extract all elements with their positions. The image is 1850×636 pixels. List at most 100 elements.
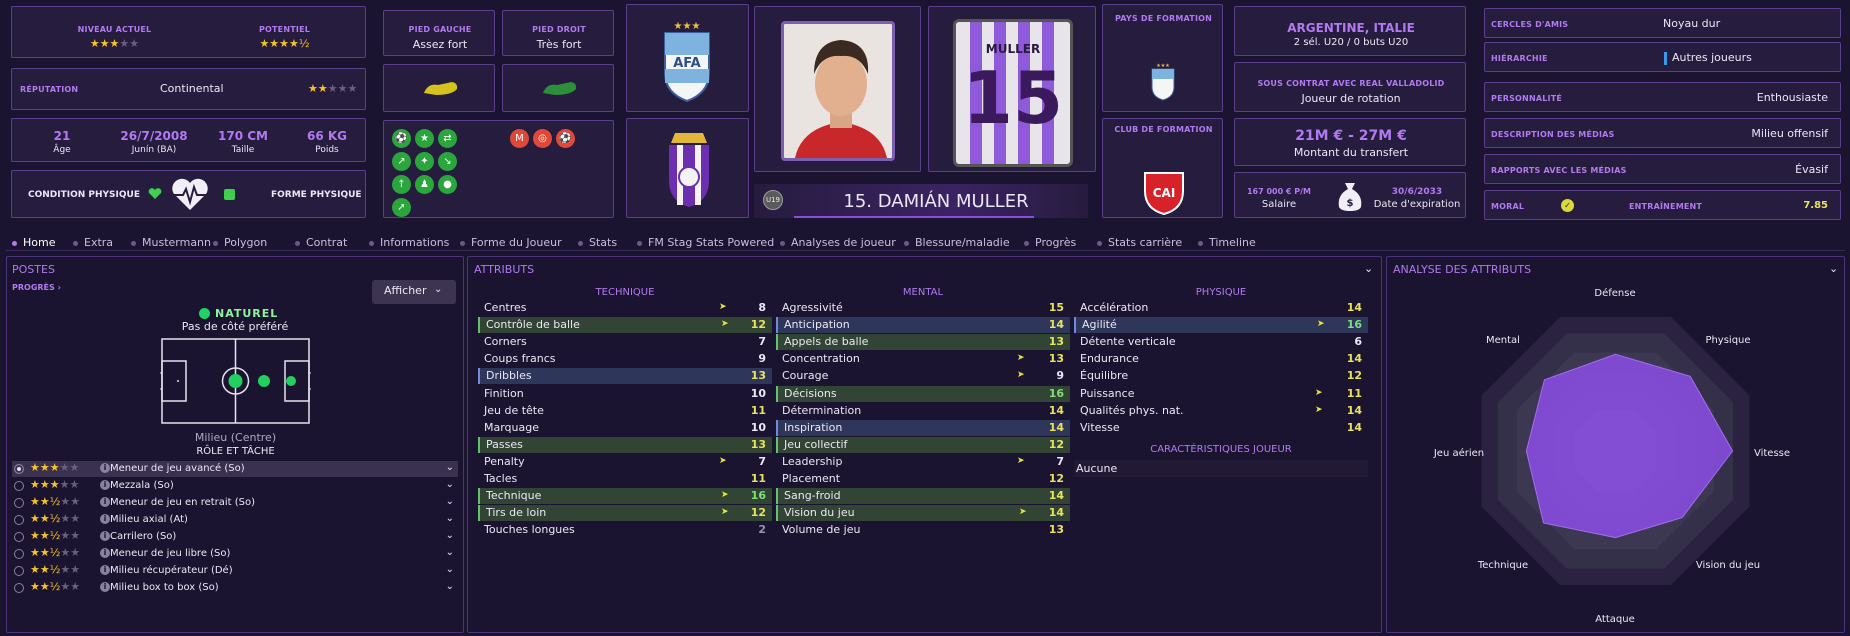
- role-row[interactable]: ★★½★★ i Carrilero (So) ⌄: [12, 529, 458, 545]
- attribute-row[interactable]: Agilité ➤ 16: [1074, 317, 1368, 334]
- attribute-row[interactable]: Qualités phys. nat. ➤ 14: [1074, 403, 1368, 419]
- attribute-row[interactable]: Tirs de loin ➤ 12: [478, 505, 772, 522]
- trait-icon[interactable]: M: [510, 129, 529, 148]
- tab-mustermann[interactable]: Mustermann: [131, 236, 211, 249]
- attribute-row[interactable]: Agressivité 15: [776, 300, 1070, 316]
- attribute-row[interactable]: Jeu de tête 11: [478, 403, 772, 419]
- chevron-down-icon[interactable]: ⌄: [446, 564, 454, 575]
- chevron-down-icon[interactable]: ⌄: [446, 513, 454, 524]
- info-icon[interactable]: i: [100, 531, 110, 541]
- tab-informations[interactable]: Informations: [369, 236, 449, 249]
- tab-timeline[interactable]: Timeline: [1198, 236, 1256, 249]
- trait-icon[interactable]: ↑: [392, 175, 411, 194]
- attribute-row[interactable]: Contrôle de balle ➤ 12: [478, 317, 772, 334]
- trait-icon[interactable]: ⚽: [392, 129, 411, 148]
- role-radio[interactable]: [14, 532, 24, 542]
- tab-extra[interactable]: Extra: [73, 236, 113, 249]
- trait-icon[interactable]: ⇄: [438, 129, 457, 148]
- attribute-row[interactable]: Placement 12: [776, 471, 1070, 487]
- tab-fm-stag-stats-powered[interactable]: FM Stag Stats Powered: [637, 236, 774, 249]
- role-row[interactable]: ★★½★★ i Meneur de jeu en retrait (So) ⌄: [12, 495, 458, 511]
- trait-icon[interactable]: ➚: [392, 198, 411, 217]
- info-icon[interactable]: i: [100, 565, 110, 575]
- attribute-value: 13: [750, 437, 766, 451]
- role-radio[interactable]: [14, 566, 24, 576]
- afficher-button[interactable]: Afficher ⌄: [372, 280, 456, 304]
- attribute-row[interactable]: Dribbles 13: [478, 368, 772, 385]
- trait-icon[interactable]: ●: [438, 175, 457, 194]
- role-row[interactable]: ★★½★★ i Milieu box to box (So) ⌄: [12, 580, 458, 596]
- role-row[interactable]: ★★★★★ i Mezzala (So) ⌄: [12, 478, 458, 494]
- attribute-row[interactable]: Anticipation 14: [776, 317, 1070, 334]
- attribute-row[interactable]: Finition 10: [478, 386, 772, 402]
- attribute-row[interactable]: Centres ➤ 8: [478, 300, 772, 316]
- info-icon[interactable]: i: [100, 497, 110, 507]
- attribute-row[interactable]: Sang-froid 14: [776, 488, 1070, 505]
- trait-icon[interactable]: ✦: [415, 152, 434, 171]
- attribute-row[interactable]: Courage ➤ 9: [776, 368, 1070, 384]
- progres-link[interactable]: PROGRÈS ›: [12, 283, 61, 292]
- attribute-row[interactable]: Coups francs 9: [478, 351, 772, 367]
- info-icon[interactable]: i: [100, 463, 110, 473]
- tab-analyses-de-joueur[interactable]: Analyses de joueur: [780, 236, 896, 249]
- role-radio[interactable]: [14, 515, 24, 525]
- attribute-row[interactable]: Touches longues 2: [478, 522, 772, 538]
- attribute-row[interactable]: Tacles 11: [478, 471, 772, 487]
- trait-icon[interactable]: ◎: [533, 129, 552, 148]
- role-row[interactable]: ★★★★★ i Meneur de jeu avancé (So) ⌄: [12, 461, 458, 477]
- info-icon[interactable]: i: [100, 548, 110, 558]
- chevron-down-icon[interactable]: ⌄: [446, 530, 454, 541]
- chevron-down-icon[interactable]: ⌄: [446, 581, 454, 592]
- info-icon[interactable]: i: [100, 480, 110, 490]
- attribute-row[interactable]: Détermination 14: [776, 403, 1070, 419]
- attribute-row[interactable]: Inspiration 14: [776, 419, 1070, 436]
- attribute-row[interactable]: Vision du jeu ➤ 14: [776, 505, 1070, 522]
- trait-icon[interactable]: ↘: [438, 152, 457, 171]
- tab-stats-carri-re[interactable]: Stats carrière: [1097, 236, 1182, 249]
- info-icon[interactable]: i: [100, 514, 110, 524]
- attribute-row[interactable]: Décisions 16: [776, 385, 1070, 402]
- trait-icon[interactable]: ♟: [415, 175, 434, 194]
- attribute-row[interactable]: Puissance ➤ 11: [1074, 386, 1368, 402]
- attribute-row[interactable]: Jeu collectif 12: [776, 436, 1070, 453]
- attribute-row[interactable]: Technique ➤ 16: [478, 488, 772, 505]
- chevron-down-icon[interactable]: ⌄: [446, 547, 454, 558]
- trait-icon[interactable]: ★: [415, 129, 434, 148]
- tab-stats[interactable]: Stats: [578, 236, 617, 249]
- tab-polygon[interactable]: Polygon: [213, 236, 267, 249]
- role-radio[interactable]: [14, 498, 24, 508]
- attribute-row[interactable]: Passes 13: [478, 436, 772, 453]
- role-radio[interactable]: [14, 464, 24, 474]
- tab-progr-s[interactable]: Progrès: [1024, 236, 1076, 249]
- info-icon[interactable]: i: [100, 582, 110, 592]
- role-radio[interactable]: [14, 481, 24, 491]
- attribute-row[interactable]: Leadership ➤ 7: [776, 454, 1070, 470]
- role-row[interactable]: ★★½★★ i Meneur de jeu libre (So) ⌄: [12, 546, 458, 562]
- attribute-row[interactable]: Appels de balle 13: [776, 334, 1070, 351]
- attribute-row[interactable]: Accélération 14: [1074, 300, 1368, 316]
- attribute-row[interactable]: Équilibre 12: [1074, 368, 1368, 384]
- attribute-row[interactable]: Marquage 10: [478, 420, 772, 436]
- tab-home[interactable]: Home: [12, 236, 55, 249]
- attribute-row[interactable]: Vitesse 14: [1074, 420, 1368, 436]
- trait-icon[interactable]: ↗: [392, 152, 411, 171]
- role-radio[interactable]: [14, 583, 24, 593]
- attribute-row[interactable]: Penalty ➤ 7: [478, 454, 772, 470]
- role-radio[interactable]: [14, 549, 24, 559]
- attribute-row[interactable]: Corners 7: [478, 334, 772, 350]
- tab-dot-icon: [131, 240, 136, 246]
- chevron-down-icon[interactable]: ⌄: [446, 496, 454, 507]
- chevron-down-icon[interactable]: ⌄: [446, 479, 454, 490]
- tab-contrat[interactable]: Contrat: [295, 236, 347, 249]
- attributes-chevron-icon[interactable]: ⌄: [1364, 262, 1373, 275]
- role-row[interactable]: ★★½★★ i Milieu récupérateur (Dé) ⌄: [12, 563, 458, 579]
- attribute-row[interactable]: Concentration ➤ 13: [776, 351, 1070, 367]
- role-row[interactable]: ★★½★★ i Milieu axial (At) ⌄: [12, 512, 458, 528]
- tab-forme-du-joueur[interactable]: Forme du Joueur: [460, 236, 562, 249]
- attribute-row[interactable]: Détente verticale 6: [1074, 334, 1368, 350]
- attribute-row[interactable]: Volume de jeu 13: [776, 522, 1070, 538]
- attribute-row[interactable]: Endurance 14: [1074, 351, 1368, 367]
- trait-icon[interactable]: ⚽: [556, 129, 575, 148]
- tab-blessure-maladie[interactable]: Blessure/maladie: [904, 236, 1010, 249]
- chevron-down-icon[interactable]: ⌄: [446, 462, 454, 473]
